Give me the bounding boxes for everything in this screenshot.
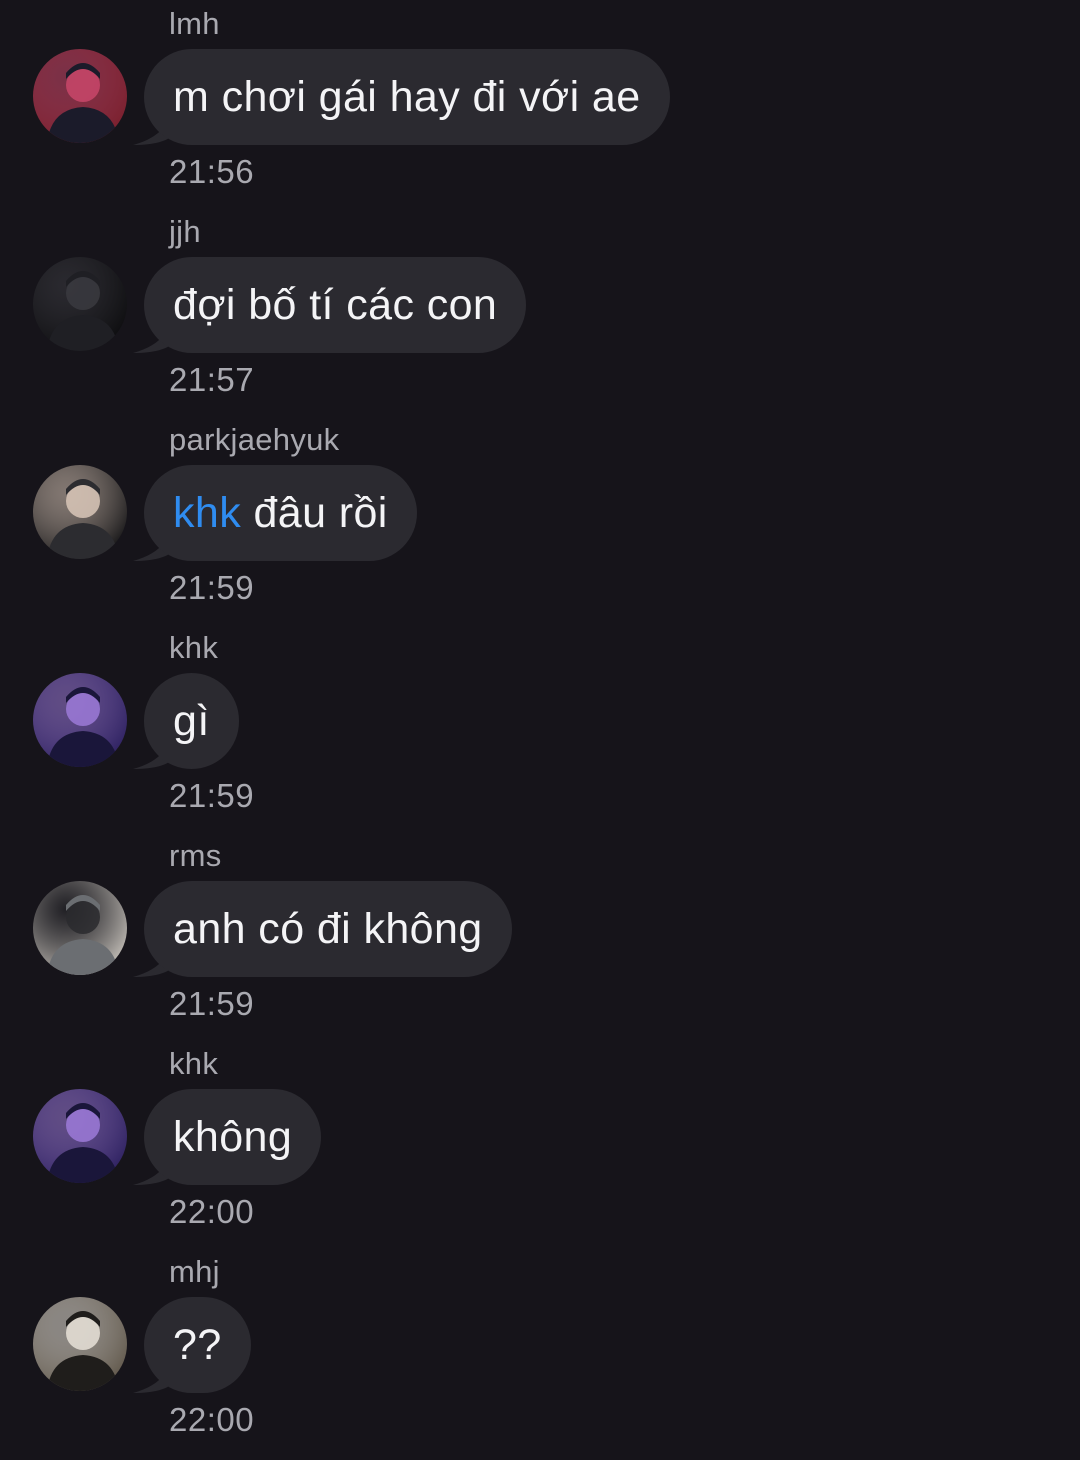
user-avatar-icon[interactable] — [33, 881, 127, 975]
message-text: đâu rồi — [253, 489, 388, 537]
message-bubble-container: đợi bố tí các con — [133, 257, 527, 353]
message-timestamp: 21:59 — [169, 777, 255, 814]
message-bubble[interactable]: gì — [144, 673, 239, 769]
user-avatar-icon[interactable] — [33, 49, 127, 143]
sender-name[interactable]: jjh — [169, 212, 201, 252]
message-row: rms anh có đi không 21:59 — [0, 836, 1080, 1044]
message-timestamp: 21:59 — [169, 985, 255, 1022]
message-bubble-container: ?? — [133, 1297, 251, 1393]
message-text: không — [173, 1113, 293, 1161]
sender-name[interactable]: khk — [169, 628, 218, 668]
message-row: lmh m chơi gái hay đi với ae 21:56 — [0, 4, 1080, 212]
message-text: gì — [173, 697, 210, 745]
message-text: đợi bố tí các con — [173, 281, 498, 329]
message-timestamp: 21:59 — [169, 569, 255, 606]
message-bubble-container: m chơi gái hay đi với ae — [133, 49, 670, 145]
message-row: parkjaehyuk khk đâu rồi 21:59 — [0, 420, 1080, 628]
message-text: ?? — [173, 1321, 222, 1369]
message-bubble[interactable]: m chơi gái hay đi với ae — [144, 49, 670, 145]
sender-name[interactable]: lmh — [169, 4, 220, 44]
message-row: khk gì 21:59 — [0, 628, 1080, 836]
message-bubble-container: gì — [133, 673, 239, 769]
message-bubble-container: khk đâu rồi — [133, 465, 417, 561]
message-row: mhj ?? 22:00 — [0, 1252, 1080, 1460]
chat-message-list[interactable]: lmh m chơi gái hay đi với ae 21:56 jjh đ… — [0, 0, 1080, 1441]
user-avatar-icon[interactable] — [33, 673, 127, 767]
message-timestamp: 22:00 — [169, 1193, 255, 1230]
message-text: m chơi gái hay đi với ae — [173, 73, 641, 121]
sender-name[interactable]: mhj — [169, 1252, 220, 1292]
message-timestamp: 22:00 — [169, 1401, 255, 1438]
message-bubble-container: anh có đi không — [133, 881, 512, 977]
message-row: khk không 22:00 — [0, 1044, 1080, 1252]
message-bubble[interactable]: đợi bố tí các con — [144, 257, 527, 353]
message-bubble[interactable]: ?? — [144, 1297, 251, 1393]
sender-name[interactable]: parkjaehyuk — [169, 420, 339, 460]
user-avatar-icon[interactable] — [33, 465, 127, 559]
user-avatar-icon[interactable] — [33, 1089, 127, 1183]
message-bubble-container: không — [133, 1089, 322, 1185]
message-bubble[interactable]: không — [144, 1089, 322, 1185]
mention-link[interactable]: khk — [173, 489, 241, 537]
sender-name[interactable]: khk — [169, 1044, 218, 1084]
user-avatar-icon[interactable] — [33, 1297, 127, 1391]
message-timestamp: 21:57 — [169, 361, 255, 398]
sender-name[interactable]: rms — [169, 836, 222, 876]
message-text: anh có đi không — [173, 905, 483, 953]
user-avatar-icon[interactable] — [33, 257, 127, 351]
message-row: jjh đợi bố tí các con 21:57 — [0, 212, 1080, 420]
message-timestamp: 21:56 — [169, 153, 255, 190]
message-bubble[interactable]: khk đâu rồi — [144, 465, 417, 561]
message-bubble[interactable]: anh có đi không — [144, 881, 512, 977]
